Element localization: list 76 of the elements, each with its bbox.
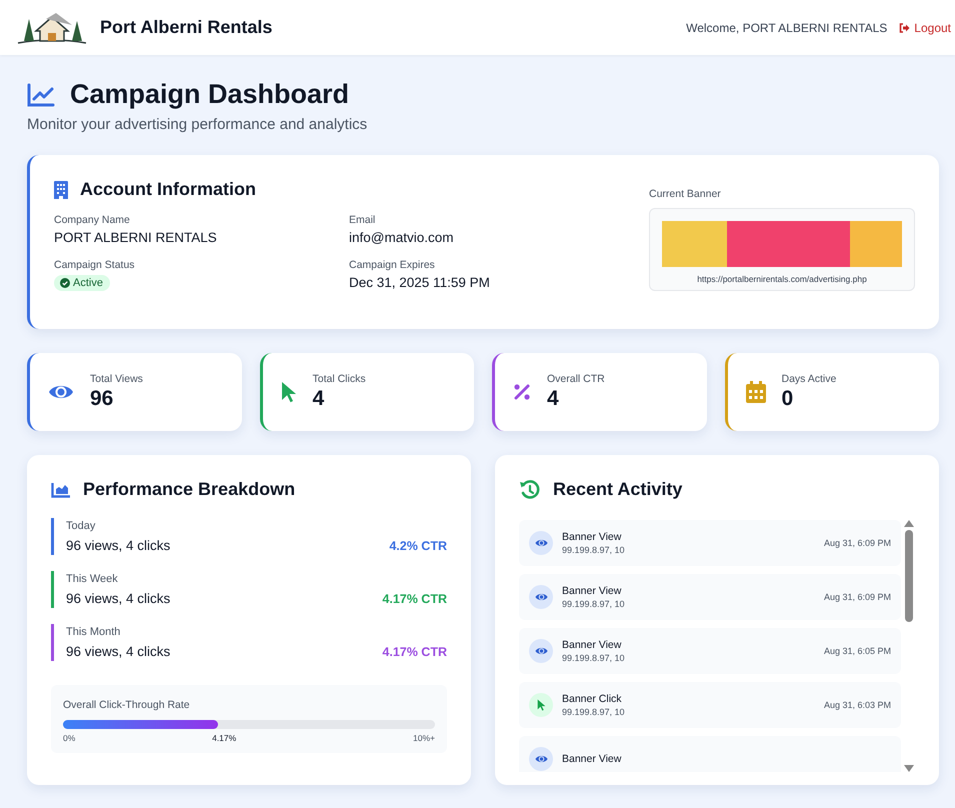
welcome-text: Welcome, PORT ALBERNI RENTALS (686, 20, 888, 34)
activity-time: Aug 31, 6:03 PM (824, 700, 891, 710)
period-ctr: 4.2% CTR (389, 538, 447, 552)
logout-link[interactable]: Logout (899, 20, 951, 34)
scroll-down-icon[interactable] (904, 765, 914, 772)
building-icon (54, 180, 68, 198)
field-value: PORT ALBERNI RENTALS (54, 230, 218, 245)
activity-item[interactable]: Banner View 99.199.8.97, 10 Aug 31, 6:09 PM (519, 574, 901, 620)
ctr-reading: 4.17% (212, 733, 236, 743)
period-ctr: 4.17% CTR (382, 644, 447, 658)
stat-label: Total Views (90, 373, 143, 385)
stat-value: 4 (312, 387, 326, 411)
scroll-up-icon[interactable] (904, 520, 914, 527)
activity-item[interactable]: Banner View 99.199.8.97, 10 Aug 31, 6:05 PM (519, 628, 901, 674)
stat-label: Total Clicks (312, 373, 366, 385)
calendar-icon (746, 381, 766, 403)
house-trees-logo-icon (16, 10, 88, 44)
eye-icon (534, 538, 548, 548)
activity-title: Banner View (562, 531, 622, 543)
activity-item[interactable]: Banner View 99.199.8.97, 10 Aug 31, 6:09 PM (519, 520, 901, 566)
activity-ip: 99.199.8.97, 10 (562, 599, 626, 609)
activity-time: Aug 31, 6:05 PM (824, 646, 891, 656)
status-badge: Active (54, 275, 110, 291)
field-label: Campaign Expires (349, 259, 436, 271)
activity-item[interactable]: Banner View (519, 736, 901, 772)
stat-value: 96 (90, 387, 114, 411)
activity-ip: 99.199.8.97, 10 (562, 545, 626, 555)
cursor-icon (536, 699, 546, 711)
logout-icon (899, 22, 910, 32)
period-summary: 96 views, 4 clicks (66, 538, 170, 553)
activity-title: Banner View (562, 585, 622, 597)
field-label: Campaign Status (54, 259, 136, 271)
activity-ip: 99.199.8.97, 10 (562, 707, 626, 717)
ctr-label: Overall Click-Through Rate (63, 699, 190, 711)
scrollbar[interactable] (903, 520, 915, 772)
activity-title: Banner View (562, 639, 622, 651)
stat-value: 0 (782, 387, 794, 411)
period-summary: 96 views, 4 clicks (66, 591, 170, 606)
field-value: info@matvio.com (349, 230, 454, 245)
section-title: Account Information (80, 179, 256, 200)
activity-time: Aug 31, 6:09 PM (824, 538, 891, 548)
period-ctr: 4.17% CTR (382, 592, 447, 606)
page-subtitle: Monitor your advertising performance and analytics (27, 116, 368, 133)
eye-icon (534, 646, 548, 656)
activity-ip: 99.199.8.97, 10 (562, 653, 626, 663)
history-icon (519, 480, 541, 500)
stat-label: Overall CTR (547, 373, 605, 385)
percent-icon (513, 383, 531, 401)
eye-icon (534, 592, 548, 602)
field-label: Company Name (54, 214, 131, 226)
check-circle-icon (60, 278, 70, 288)
banner-url: https://portalbernirentals.com/advertising.php (697, 274, 867, 284)
stat-label: Days Active (782, 373, 836, 385)
area-chart-icon (51, 482, 71, 498)
field-label: Email (349, 214, 376, 226)
activity-title: Banner Click (562, 693, 623, 705)
activity-title: Banner View (562, 753, 622, 765)
period-label: Today (66, 520, 96, 532)
activity-time: Aug 31, 6:09 PM (824, 592, 891, 602)
scale-min: 0% (63, 733, 76, 743)
page-title: Campaign Dashboard (70, 79, 350, 110)
activity-item[interactable]: Banner Click 99.199.8.97, 10 Aug 31, 6:03 PM (519, 682, 901, 728)
period-summary: 96 views, 4 clicks (66, 644, 170, 659)
cursor-icon (280, 381, 296, 403)
period-label: This Week (66, 573, 119, 585)
stat-value: 4 (547, 387, 560, 411)
field-value: Dec 31, 2025 11:59 PM (349, 275, 491, 290)
scroll-thumb[interactable] (905, 530, 913, 622)
scale-max: 10%+ (413, 733, 435, 743)
section-title: Performance Breakdown (83, 479, 296, 500)
brand-name: Port Alberni Rentals (100, 17, 272, 38)
field-label: Current Banner (649, 188, 722, 200)
section-title: Recent Activity (553, 479, 682, 500)
period-label: This Month (66, 626, 122, 638)
eye-icon (534, 754, 548, 764)
line-chart-icon (27, 82, 55, 106)
